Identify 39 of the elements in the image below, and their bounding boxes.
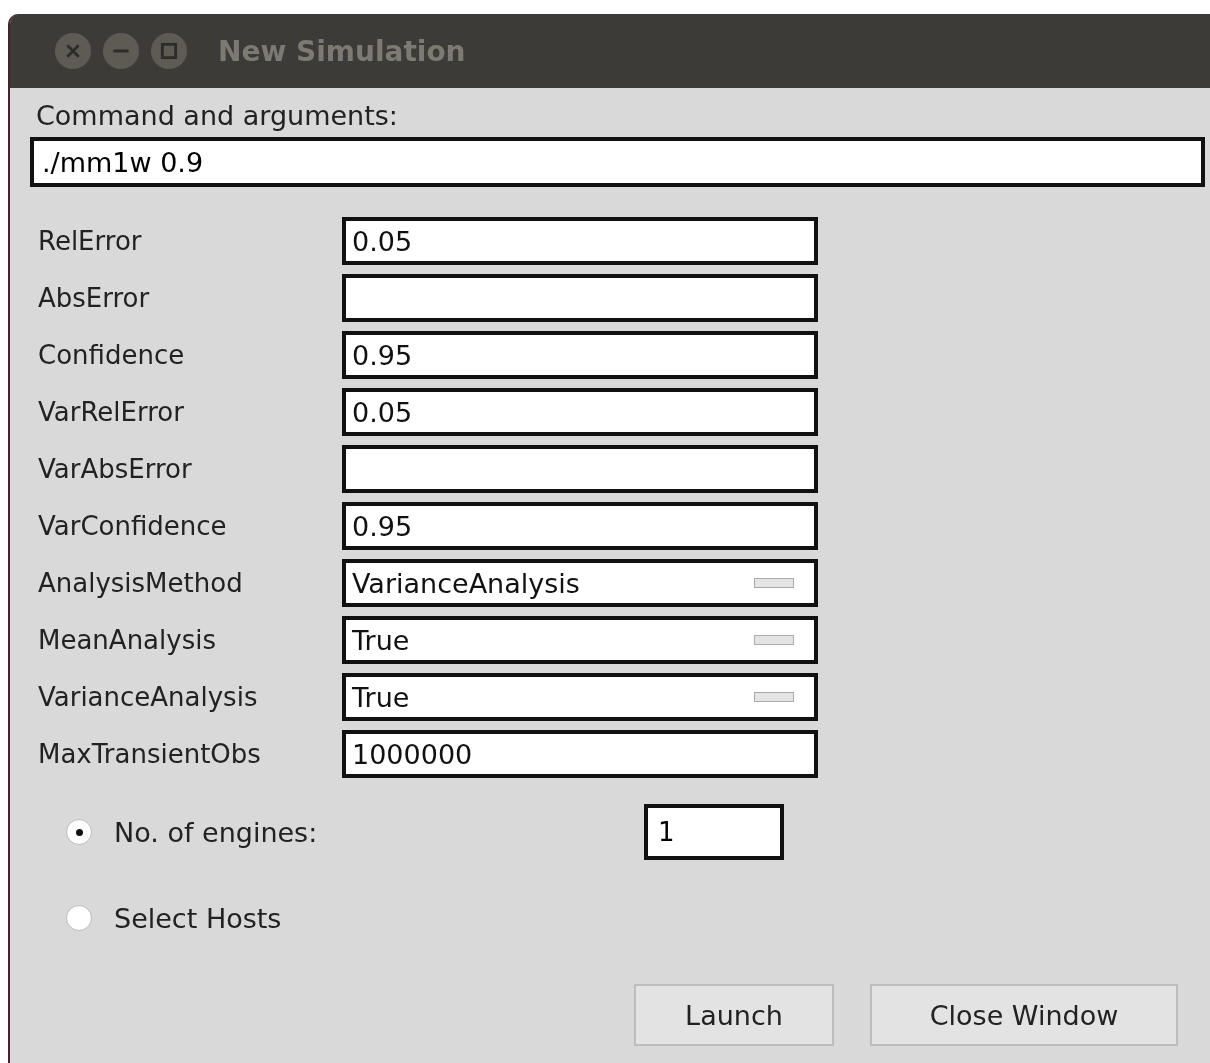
dropdown-indicator-icon (754, 578, 794, 588)
input-field[interactable]: 0.95 (342, 502, 818, 550)
field-label: AbsError (38, 283, 151, 313)
dropdown-value: VarianceAnalysis (352, 567, 580, 599)
close-icon[interactable] (54, 32, 92, 70)
input-field[interactable] (342, 274, 818, 322)
field-label: VarAbsError (38, 454, 193, 484)
input-field[interactable]: 0.05 (342, 217, 818, 265)
dropdown-field[interactable]: VarianceAnalysis (342, 559, 818, 607)
command-field[interactable]: ./mm1w 0.9 (30, 137, 1205, 187)
engine-count-field[interactable]: 1 (644, 804, 784, 860)
field-label: VarianceAnalysis (38, 682, 259, 712)
option-label: No. of engines: (114, 816, 319, 848)
field-label: VarRelError (38, 397, 185, 427)
dropdown-field[interactable]: True (342, 673, 818, 721)
dropdown-indicator-icon (754, 635, 794, 645)
input-field[interactable]: 0.95 (342, 331, 818, 379)
radio-button[interactable] (66, 819, 92, 845)
input-field[interactable] (342, 445, 818, 493)
minimize-icon[interactable] (102, 32, 140, 70)
option-label: Select Hosts (114, 902, 283, 934)
dropdown-field[interactable]: True (342, 616, 818, 664)
field-label: AnalysisMethod (38, 568, 244, 598)
maximize-icon[interactable] (150, 32, 188, 70)
field-label: MaxTransientObs (38, 739, 262, 769)
field-label: VarConfidence (38, 511, 228, 541)
field-label: Confidence (38, 340, 186, 370)
field-label: MeanAnalysis (38, 625, 217, 655)
dropdown-value: True (352, 681, 410, 713)
dropdown-indicator-icon (754, 692, 794, 702)
dropdown-value: True (352, 624, 410, 656)
radio-button[interactable] (66, 905, 92, 931)
command-label: Command and arguments: (36, 100, 399, 131)
field-label: RelError (38, 226, 143, 256)
dialog-button[interactable]: Launch (634, 984, 834, 1046)
input-field[interactable]: 1000000 (342, 730, 818, 778)
dialog-button[interactable]: Close Window (870, 984, 1178, 1046)
input-field[interactable]: 0.05 (342, 388, 818, 436)
window-title: New Simulation (218, 34, 466, 68)
